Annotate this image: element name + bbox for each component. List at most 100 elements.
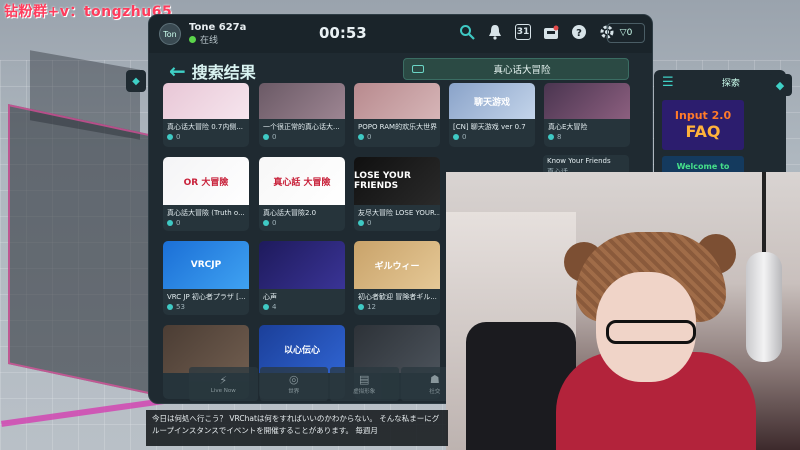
person-icon [167,134,173,140]
card-title: 真心话大冒险 0.7内侧... [167,123,244,131]
right-tab-icon[interactable]: ◆ [768,74,792,96]
person-icon [548,134,554,140]
inbox-icon[interactable] [541,22,561,42]
webcam-overlay [446,172,800,450]
count-value: 0 [367,219,372,227]
person-icon [167,304,173,310]
card-title: [CN] 聊天游戏 ver 0.7 [453,123,526,131]
world-thumbnail: VRCJP [163,241,249,289]
player-count: 0 [354,218,440,228]
world-card[interactable]: 真心話 大冒險 真心話大冒險2.0 0 [259,157,345,231]
player-count: 4 [259,302,345,312]
svg-text:?: ? [576,28,582,39]
credits-badge[interactable]: ▽0 [607,23,645,43]
nav-worlds[interactable]: ◎ 世界 [259,367,328,401]
world-thumbnail: OR 大冒險 [163,157,249,205]
count-value: 8 [557,133,562,141]
banner-line: Input 2.0 [674,109,732,122]
count-value: 0 [176,133,181,141]
count-value: 0 [462,133,467,141]
count-value: 0 [367,133,372,141]
player-count: 53 [163,302,249,312]
faq-banner[interactable]: Input 2.0 FAQ [662,100,744,150]
count-value: 12 [367,303,376,311]
world-thumbnail [354,83,440,119]
search-icon[interactable] [457,22,477,42]
count-value: 0 [272,133,277,141]
user-name: Tone 627a [189,22,247,33]
world-card[interactable]: 真心话大冒险 0.7内侧... 0 [163,83,249,147]
person-icon [263,304,269,310]
top-icon-bar: 31 ? [457,22,617,42]
person-icon [263,134,269,140]
person-icon [263,220,269,226]
calendar-day: 31 [515,24,531,40]
clock: 00:53 [319,24,367,42]
person-icon [453,134,459,140]
globe-icon: ◎ [288,373,299,386]
world-card[interactable]: 聊天游戏 [CN] 聊天游戏 ver 0.7 0 [449,83,535,147]
explore-header: ☰ 探索 [654,70,786,95]
help-icon[interactable]: ? [569,22,589,42]
avatar-icon: ▤ [359,373,370,386]
world-card[interactable]: OR 大冒險真心話大冒險 (Truth o... 0 [163,157,249,231]
world-thumbnail: LOSE YOUR FRIENDS [354,157,440,205]
chat-caption: 今日は何処へ行こう？ VRChatは何をすればいいのかわからない。 そんな私まー… [146,410,448,446]
nav-label: 世界 [288,389,300,395]
world-thumbnail [259,83,345,119]
card-title: 友尽大冒险 LOSE YOUR... [358,209,440,217]
world-card[interactable]: VRCJP VRC JP 初心者プラザ [... 53 [163,241,249,315]
keyboard-icon [412,65,424,73]
person-icon [358,220,364,226]
left-tab-icon[interactable]: ◆ [126,70,146,92]
count-value: 4 [272,303,277,311]
person-icon [358,134,364,140]
microphone [746,252,782,362]
player-count: 0 [259,132,345,142]
count-value: 53 [176,303,185,311]
online-dot-icon [189,36,196,43]
card-title: 真心話大冒險2.0 [263,209,317,217]
world-card[interactable]: 心声 4 [259,241,345,315]
card-title: VRC JP 初心者プラザ [... [167,293,246,301]
search-query-field[interactable]: 真心话大冒险 [403,58,629,80]
nav-label: 虚拟形象 [353,389,376,395]
world-thumbnail [163,325,249,373]
world-thumbnail [163,83,249,119]
player-count: 0 [449,132,535,142]
nav-live-now[interactable]: ⚡ Live Now [189,367,258,401]
lightning-icon: ⚡ [219,374,228,387]
status-label: 在线 [200,36,219,46]
bottom-nav: ⚡ Live Now ◎ 世界 ▤ 虚拟形象 ☗ 社交 [189,367,471,401]
world-panel [8,104,158,396]
bell-icon[interactable] [485,22,505,42]
world-card[interactable]: ギルウィー 初心者歓迎 冒険者ギル... 12 [354,241,440,315]
world-thumbnail: ギルウィー [354,241,440,289]
nav-avatars[interactable]: ▤ 虚拟形象 [330,367,399,401]
avatar[interactable]: Ton [159,23,181,45]
world-thumbnail [259,241,345,289]
count-value: 0 [272,219,277,227]
explore-title: 探索 [721,79,740,89]
world-card[interactable]: 一个很正常的真心话大... 0 [259,83,345,147]
hamburger-icon[interactable]: ☰ [662,75,674,90]
page-title: 搜索结果 [191,63,256,82]
world-thumbnail [354,325,440,373]
card-title: 真心話大冒險 (Truth o... [167,209,245,217]
player-count: 8 [544,132,630,142]
world-thumbnail: 聊天游戏 [449,83,535,119]
world-card[interactable]: 真心E大冒险 8 [544,83,630,147]
back-arrow-icon[interactable]: ← [169,59,186,83]
people-icon: ☗ [429,373,440,386]
player-count: 0 [163,132,249,142]
nav-label: Live Now [210,388,236,394]
world-thumbnail: 以心伝心 [259,325,345,373]
card-title: 真心E大冒险 [548,123,588,131]
person-icon [167,220,173,226]
search-query: 真心话大冒险 [493,65,551,76]
player-count: 0 [163,218,249,228]
world-card[interactable]: POPO RAM的欢乐大世界 0 [354,83,440,147]
world-card[interactable]: LOSE YOUR FRIENDS 友尽大冒险 LOSE YOUR... 0 [354,157,440,231]
banner-line: FAQ [685,122,721,141]
calendar-icon[interactable]: 31 [513,22,533,42]
